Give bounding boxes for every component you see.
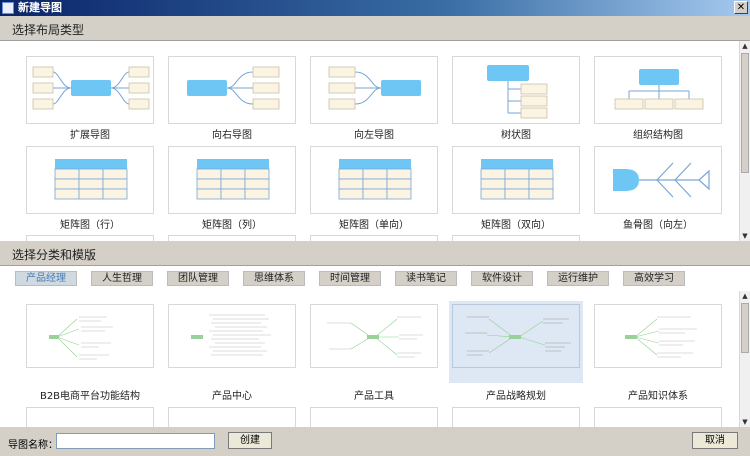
mindmap-expand-icon	[32, 66, 150, 110]
template-label: 产品战略规划	[486, 391, 546, 402]
app-icon	[2, 2, 14, 14]
tree-chart-icon	[487, 65, 548, 119]
template-thumbnail-partial[interactable]	[452, 407, 580, 427]
mindmap-thumbnail-icon	[625, 316, 697, 358]
layout-card-tree[interactable]	[452, 56, 580, 124]
category-tab-ops[interactable]: 运行维护	[547, 271, 609, 286]
layout-label: 鱼骨图（向左）	[623, 220, 693, 231]
layout-card-left[interactable]	[310, 56, 438, 124]
template-thumbnail-partial[interactable]	[594, 407, 722, 427]
layout-section-header: 选择布局类型	[0, 16, 750, 41]
template-section-header: 选择分类和模版	[0, 241, 750, 266]
category-tab-philosophy[interactable]: 人生哲理	[91, 271, 153, 286]
mindmap-thumbnail-icon	[327, 316, 423, 358]
layout-card-matrix-oneway[interactable]	[310, 146, 438, 214]
title-bar: 新建导图 ✕	[0, 0, 750, 16]
layout-scrollbar[interactable]: ▲ ▼	[739, 41, 750, 241]
mindmap-thumbnail-icon	[465, 316, 571, 356]
layout-label: 矩阵图（单向）	[339, 220, 409, 231]
template-label: 产品工具	[354, 391, 394, 402]
map-name-label: 导图名称：	[8, 440, 58, 451]
template-thumbnail[interactable]	[310, 304, 438, 368]
matrix-col-icon	[196, 159, 270, 200]
scroll-down-icon[interactable]: ▼	[740, 231, 750, 241]
mindmap-thumbnail-icon	[191, 314, 271, 356]
category-tab-reading[interactable]: 读书笔记	[395, 271, 457, 286]
category-tabs: 产品经理 人生哲理 团队管理 思维体系 时间管理 读书笔记 软件设计 运行维护 …	[0, 266, 750, 291]
layout-card-matrix-row[interactable]	[26, 146, 154, 214]
layout-card-org[interactable]	[594, 56, 722, 124]
window-title: 新建导图	[18, 1, 62, 14]
category-tab-thinking[interactable]: 思维体系	[243, 271, 305, 286]
mindmap-right-icon	[187, 66, 280, 110]
close-button[interactable]: ✕	[734, 1, 748, 14]
matrix-row-icon	[54, 159, 128, 200]
layout-grid: 扩展导图 向右导图 向左导图 树状图 组织结构图 矩阵图（行） 矩阵图（列） 矩…	[0, 41, 750, 241]
create-button[interactable]: 创建	[228, 432, 272, 449]
scroll-thumb[interactable]	[741, 303, 749, 353]
template-thumbnail-partial[interactable]	[168, 407, 296, 427]
org-chart-icon	[614, 69, 704, 110]
map-name-input[interactable]	[56, 433, 215, 449]
layout-card-expand[interactable]	[26, 56, 154, 124]
layout-label: 组织结构图	[633, 130, 683, 141]
template-grid: B2B电商平台功能结构 产品中心 产品工具 产品战略规划 产品知识体系 ▲ ▼	[0, 291, 750, 427]
template-section-title: 选择分类和模版	[12, 248, 97, 262]
matrix-twoway-icon	[480, 159, 554, 200]
layout-card-matrix-col[interactable]	[168, 146, 296, 214]
layout-card-fishbone[interactable]	[594, 146, 722, 214]
category-tab-learning[interactable]: 高效学习	[623, 271, 685, 286]
template-thumbnail[interactable]	[594, 304, 722, 368]
layout-label: 矩阵图（列）	[202, 220, 262, 231]
cancel-button[interactable]: 取消	[692, 432, 738, 449]
layout-label: 树状图	[501, 130, 531, 141]
template-thumbnail-partial[interactable]	[310, 407, 438, 427]
dialog-body: 选择布局类型 扩展导图 向右导图 向左导图 树状图 组织结构图 矩阵图（行） 矩…	[0, 16, 750, 456]
template-label: 产品知识体系	[628, 391, 688, 402]
scroll-up-icon[interactable]: ▲	[740, 41, 750, 51]
scroll-down-icon[interactable]: ▼	[740, 417, 750, 427]
scroll-up-icon[interactable]: ▲	[740, 291, 750, 301]
template-scrollbar[interactable]: ▲ ▼	[739, 291, 750, 427]
category-tab-time[interactable]: 时间管理	[319, 271, 381, 286]
matrix-oneway-icon	[338, 159, 412, 200]
template-thumbnail-partial[interactable]	[26, 407, 154, 427]
template-label: B2B电商平台功能结构	[39, 391, 141, 402]
category-tab-product[interactable]: 产品经理	[15, 271, 77, 286]
template-thumbnail[interactable]	[26, 304, 154, 368]
template-label: 产品中心	[212, 391, 252, 402]
layout-section-title: 选择布局类型	[12, 23, 85, 37]
template-thumbnail-selected[interactable]	[452, 304, 580, 368]
template-thumbnail[interactable]	[168, 304, 296, 368]
scroll-thumb[interactable]	[741, 53, 749, 173]
layout-label: 扩展导图	[70, 130, 110, 141]
mindmap-left-icon	[328, 66, 421, 110]
layout-card-right[interactable]	[168, 56, 296, 124]
layout-label: 矩阵图（双向）	[481, 220, 551, 231]
dialog-footer: 导图名称： 创建 取消	[0, 427, 750, 456]
fishbone-left-icon	[613, 162, 710, 198]
layout-label: 矩阵图（行）	[60, 220, 120, 231]
category-tab-software[interactable]: 软件设计	[471, 271, 533, 286]
layout-card-matrix-twoway[interactable]	[452, 146, 580, 214]
mindmap-thumbnail-icon	[49, 316, 113, 360]
layout-label: 向右导图	[212, 130, 252, 141]
category-tab-team[interactable]: 团队管理	[167, 271, 229, 286]
layout-label: 向左导图	[354, 130, 394, 141]
